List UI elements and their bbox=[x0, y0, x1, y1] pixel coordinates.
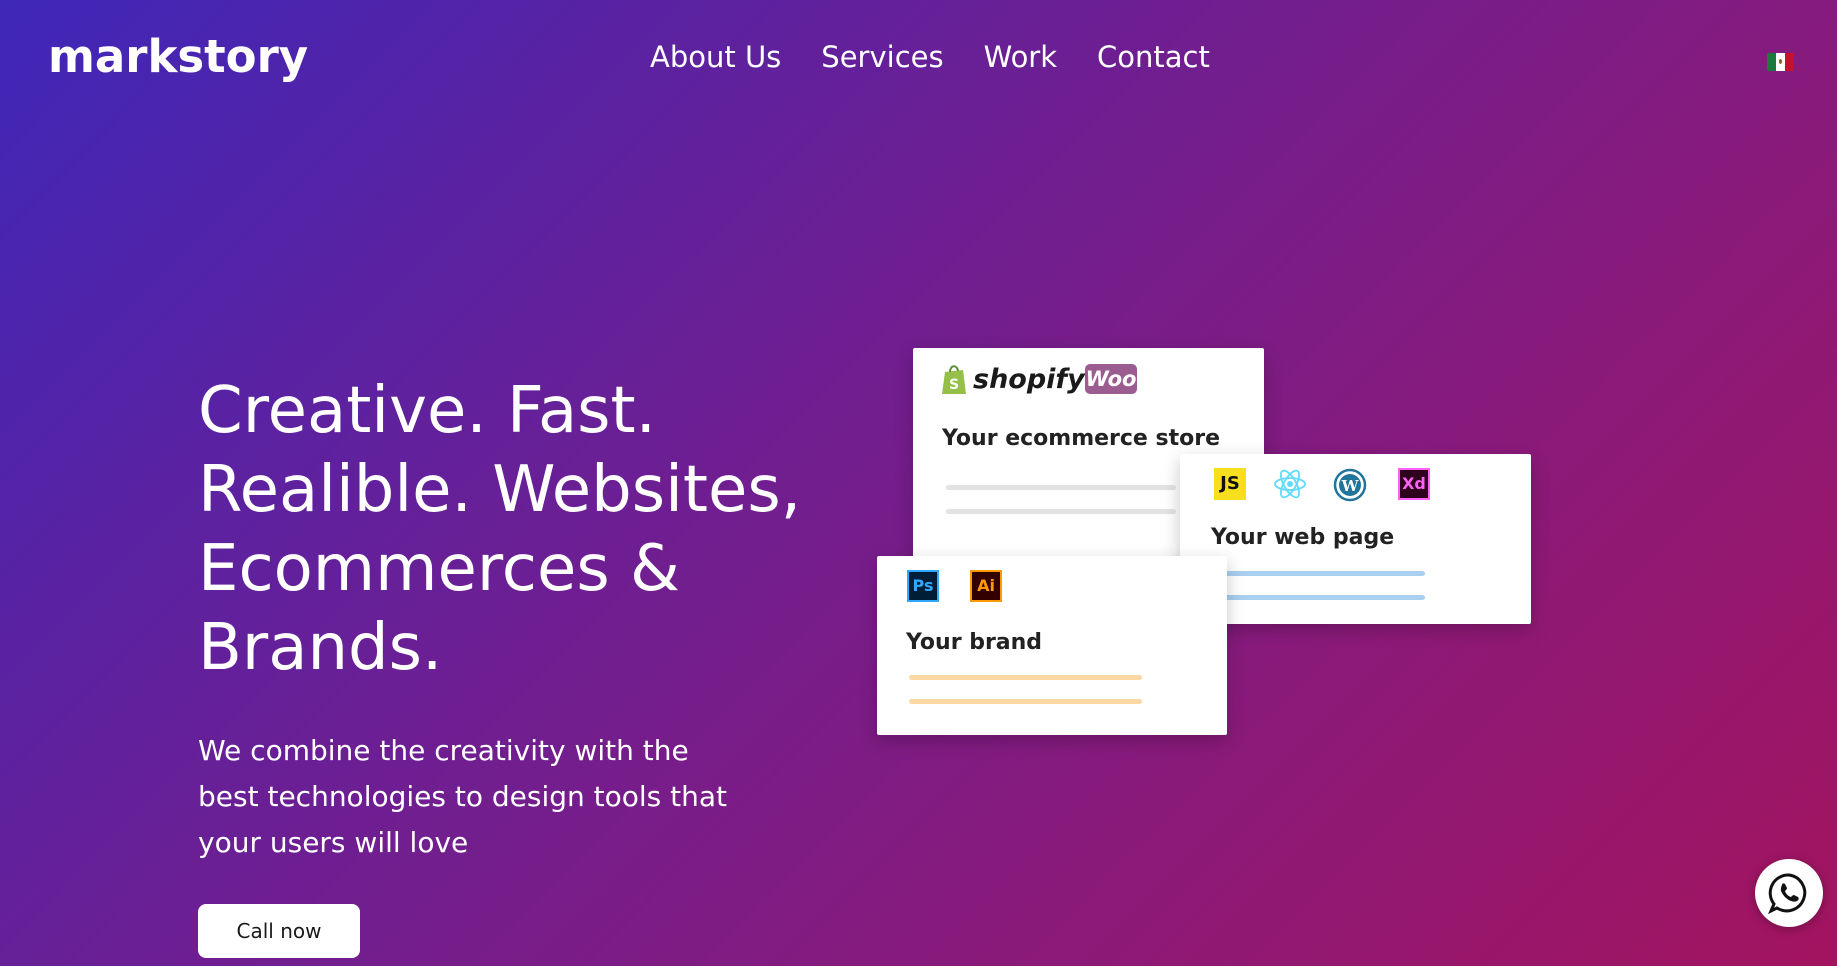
javascript-icon: JS bbox=[1214, 468, 1246, 500]
brand-card: Ps Ai Your brand bbox=[877, 556, 1227, 735]
hero-subtitle: We combine the creativity with the best … bbox=[198, 734, 728, 859]
brand-card-title: Your brand bbox=[906, 630, 1043, 655]
web-page-card: JS W Xd Your web page bbox=[1180, 454, 1531, 624]
mexico-flag-icon[interactable] bbox=[1767, 53, 1794, 71]
shopify-label: shopify bbox=[973, 364, 1085, 395]
brand-placeholder-line bbox=[909, 699, 1142, 704]
ecommerce-placeholder-line bbox=[946, 509, 1176, 514]
svg-text:W: W bbox=[1341, 477, 1360, 495]
hero-title: Creative. Fast. Realible. Websites, Ecom… bbox=[198, 372, 818, 688]
svg-text:S: S bbox=[949, 377, 959, 393]
nav-contact[interactable]: Contact bbox=[1097, 40, 1210, 74]
wordpress-icon: W bbox=[1333, 468, 1367, 502]
illustrator-icon: Ai bbox=[970, 570, 1002, 602]
brand-placeholder-line bbox=[909, 675, 1142, 680]
main-nav: About Us Services Work Contact bbox=[650, 40, 1210, 74]
adobe-xd-icon: Xd bbox=[1398, 468, 1430, 500]
nav-work[interactable]: Work bbox=[984, 40, 1057, 74]
ecommerce-card-title: Your ecommerce store bbox=[942, 426, 1221, 451]
nav-services[interactable]: Services bbox=[821, 40, 943, 74]
web-placeholder-line bbox=[1225, 595, 1425, 600]
hero-title-line-2: Realible. Websites, bbox=[198, 453, 802, 527]
web-placeholder-line bbox=[1225, 571, 1425, 576]
nav-about-us[interactable]: About Us bbox=[650, 40, 781, 74]
ecommerce-placeholder-line bbox=[946, 485, 1176, 490]
whatsapp-button[interactable] bbox=[1755, 859, 1823, 927]
hero-title-line-4: Brands. bbox=[198, 611, 443, 685]
shopify-icon: S bbox=[942, 365, 966, 394]
whatsapp-icon bbox=[1768, 873, 1807, 915]
web-page-card-title: Your web page bbox=[1211, 525, 1395, 550]
react-icon bbox=[1274, 469, 1306, 499]
hero-title-line-3: Ecommerces & bbox=[198, 532, 680, 606]
call-now-button[interactable]: Call now bbox=[198, 904, 360, 958]
photoshop-icon: Ps bbox=[907, 570, 939, 602]
brand-logo[interactable]: markstory bbox=[48, 30, 308, 83]
woocommerce-icon: Woo bbox=[1085, 364, 1137, 394]
hero-title-line-1: Creative. Fast. bbox=[198, 374, 656, 448]
